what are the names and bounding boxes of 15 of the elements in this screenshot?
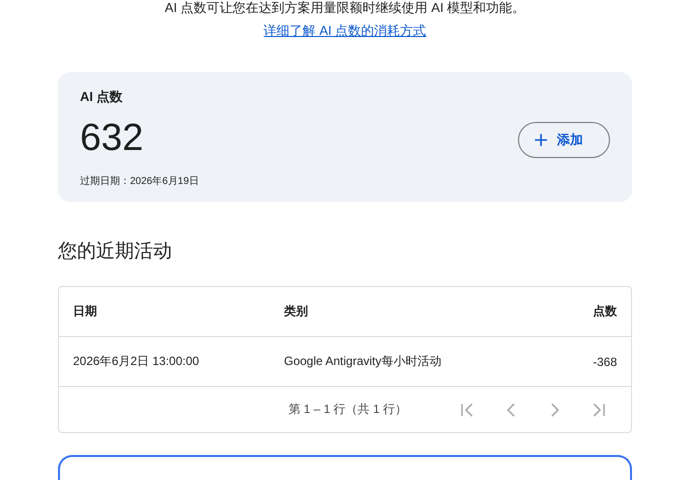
table-cell-text: -368 bbox=[592, 354, 617, 368]
column-header: 日期 bbox=[73, 303, 98, 320]
add-button[interactable]: 添加 bbox=[518, 122, 610, 158]
pagination-range: 第 1 – 1 行（共 1 行） bbox=[288, 401, 407, 418]
table-cell-text: 2026年6月2日 13:00:00 bbox=[73, 353, 200, 370]
plus-icon bbox=[535, 134, 547, 146]
intro-text: AI 点数可让您在达到方案用量限额时继续使用 AI 模型和功能。 bbox=[164, 0, 526, 16]
card-title: AI 点数 bbox=[80, 88, 124, 106]
credit-balance: 632 bbox=[80, 116, 144, 160]
column-header: 点数 bbox=[592, 303, 617, 320]
expiry-date: 过期日期：2026年6月19日 bbox=[80, 174, 199, 188]
table-cell-text: Google Antigravity每小时活动 bbox=[284, 353, 442, 370]
section-heading: 您的近期活动 bbox=[58, 240, 173, 264]
column-header: 类别 bbox=[284, 303, 309, 320]
learn-more-link[interactable]: 详细了解 AI 点数的消耗方式 bbox=[264, 22, 426, 40]
